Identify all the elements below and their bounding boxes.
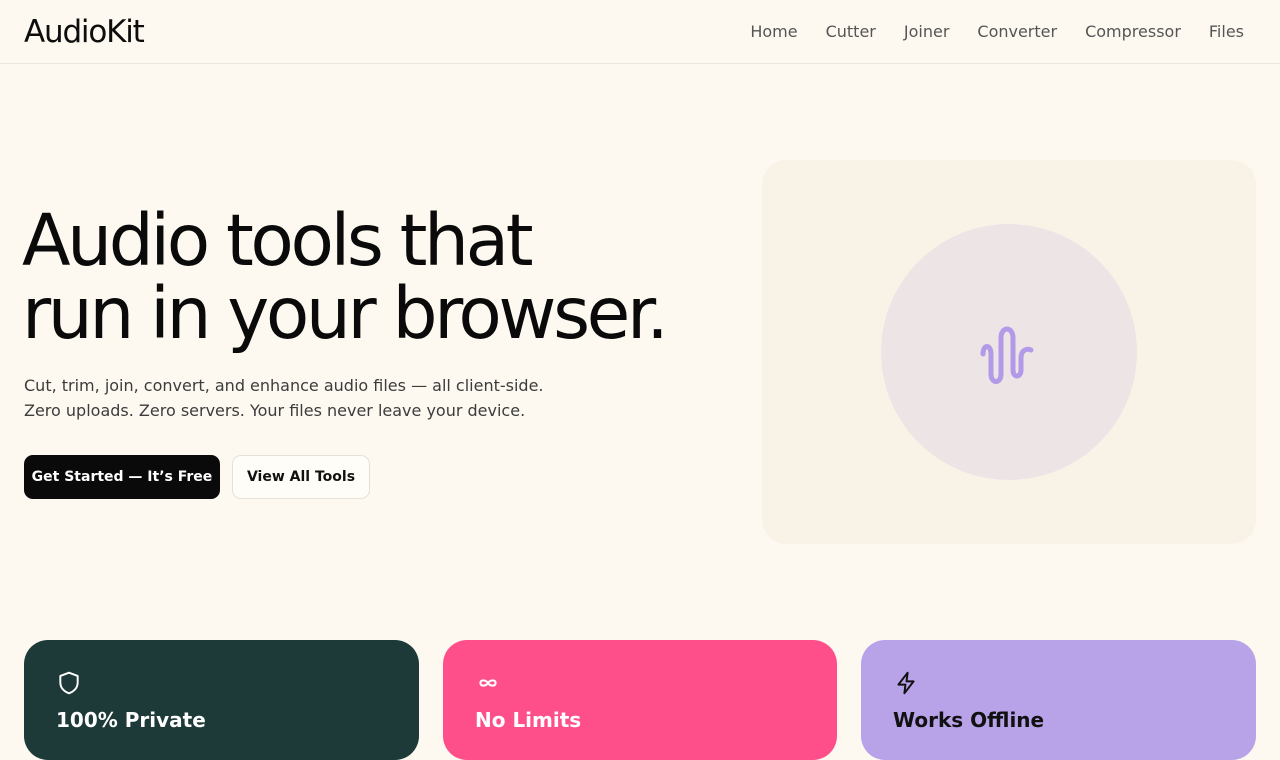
- nav-home[interactable]: Home: [750, 22, 797, 41]
- nav-compressor[interactable]: Compressor: [1085, 22, 1181, 41]
- view-all-tools-button[interactable]: View All Tools: [232, 455, 370, 499]
- site-header: AudioKit Home Cutter Joiner Converter Co…: [0, 0, 1280, 64]
- shield-icon: [59, 671, 79, 695]
- waveform-icon: [980, 326, 1034, 384]
- hero-illustration: [762, 160, 1256, 544]
- nav-files[interactable]: Files: [1209, 22, 1244, 41]
- hero-circle: [881, 224, 1137, 480]
- nav-converter[interactable]: Converter: [977, 22, 1057, 41]
- feature-card-offline: Works Offline: [861, 640, 1256, 760]
- hero-title-line-2: run in your browser.: [22, 272, 669, 355]
- feature-title-offline: Works Offline: [893, 708, 1045, 732]
- main-nav: Home Cutter Joiner Converter Compressor …: [750, 22, 1244, 41]
- hero-subtitle-line-1: Cut, trim, join, convert, and enhance au…: [24, 376, 544, 395]
- hero-title-line-1: Audio tools that: [22, 199, 534, 282]
- get-started-button[interactable]: Get Started — It’s Free: [24, 455, 220, 499]
- feature-title-private: 100% Private: [56, 708, 206, 732]
- logo[interactable]: AudioKit: [24, 14, 145, 50]
- lightning-icon: [897, 671, 915, 695]
- feature-card-limits: No Limits: [443, 640, 837, 760]
- hero-subtitle-line-2: Zero uploads. Zero servers. Your files n…: [24, 401, 526, 420]
- feature-card-private: 100% Private: [24, 640, 419, 760]
- hero-subtitle: Cut, trim, join, convert, and enhance au…: [24, 373, 584, 423]
- nav-cutter[interactable]: Cutter: [826, 22, 876, 41]
- feature-title-limits: No Limits: [475, 708, 582, 732]
- hero-title: Audio tools that run in your browser.: [22, 204, 722, 350]
- infinity-icon: [479, 679, 497, 687]
- nav-joiner[interactable]: Joiner: [904, 22, 950, 41]
